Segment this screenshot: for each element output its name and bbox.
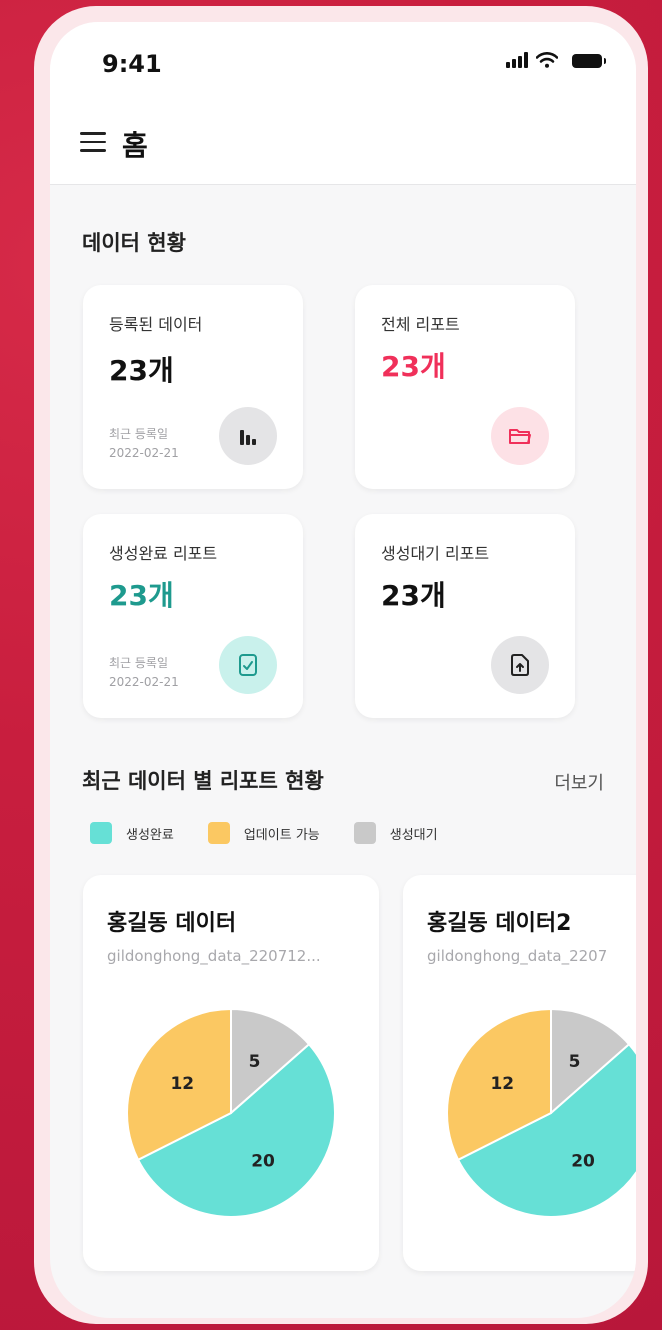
document-check-icon	[219, 636, 277, 694]
chart-legend: 생성완료 업데이트 가능 생성대기	[90, 822, 472, 844]
card-label: 생성대기 리포트	[381, 544, 490, 563]
status-bar: 9:41	[50, 22, 636, 102]
card-label: 전체 리포트	[381, 315, 460, 334]
folder-icon	[491, 407, 549, 465]
pie-slice-label: 20	[251, 1151, 275, 1171]
page-title: 홈	[122, 129, 148, 162]
card-value: 23개	[109, 354, 174, 387]
signal-icon	[506, 52, 528, 68]
pie-slice-label: 20	[571, 1151, 595, 1171]
chart-card-title: 홍길동 데이터	[107, 911, 237, 936]
completed-reports-card[interactable]: 생성완료 리포트 23개 최근 등록일 2022-02-21	[83, 514, 303, 718]
bar-chart-icon	[219, 407, 277, 465]
chart-card-filename: gildonghong_data_220712...	[107, 947, 321, 965]
pie-slice-label: 5	[569, 1052, 581, 1072]
report-chart-card[interactable]: 홍길동 데이터2 gildonghong_data_2207 5 20 12	[403, 875, 636, 1271]
hamburger-menu-icon[interactable]	[80, 132, 106, 152]
card-sub-label: 최근 등록일	[109, 427, 169, 441]
pie-chart: 5 20 12	[446, 1007, 636, 1218]
chart-card-filename: gildonghong_data_2207	[427, 947, 608, 965]
legend-swatch	[353, 822, 376, 844]
more-link[interactable]: 더보기	[554, 769, 604, 795]
legend-item: 업데이트 가능	[207, 822, 320, 844]
reports-section-title: 최근 데이터 별 리포트 현황	[82, 769, 324, 793]
pie-slice-label: 12	[490, 1074, 514, 1094]
card-sub-date: 2022-02-21	[109, 675, 179, 689]
overview-section-title: 데이터 현황	[82, 231, 186, 255]
card-value: 23개	[381, 350, 446, 383]
app-screen: 9:41 홈 데이터 현황 등록된 데이터 23개 최근 등록일 2022-02…	[50, 22, 636, 1318]
legend-swatch	[207, 822, 230, 844]
pending-reports-card[interactable]: 생성대기 리포트 23개	[355, 514, 575, 718]
card-value: 23개	[381, 579, 446, 612]
legend-label: 생성대기	[389, 827, 438, 843]
legend-item: 생성완료	[90, 822, 174, 844]
pie-slice-label: 12	[170, 1074, 194, 1094]
legend-label: 업데이트 가능	[243, 827, 320, 843]
legend-item: 생성대기	[353, 822, 438, 844]
report-chart-card[interactable]: 홍길동 데이터 gildonghong_data_220712... 5 20 12	[83, 875, 379, 1271]
upload-file-icon	[491, 636, 549, 694]
battery-icon	[572, 54, 606, 68]
chart-card-title: 홍길동 데이터2	[427, 911, 572, 936]
card-subinfo: 최근 등록일 2022-02-21	[109, 654, 179, 692]
card-label: 등록된 데이터	[109, 315, 203, 334]
legend-swatch	[90, 822, 112, 844]
status-icons	[506, 52, 606, 68]
card-subinfo: 최근 등록일 2022-02-21	[109, 425, 179, 463]
pie-slice-label: 5	[249, 1052, 261, 1072]
total-reports-card[interactable]: 전체 리포트 23개	[355, 285, 575, 489]
status-time: 9:41	[102, 50, 162, 78]
card-label: 생성완료 리포트	[109, 544, 218, 563]
app-bar: 홈	[50, 102, 636, 185]
legend-label: 생성완료	[126, 827, 174, 843]
pie-chart: 5 20 12	[126, 1007, 336, 1218]
card-sub-label: 최근 등록일	[109, 656, 169, 670]
card-sub-date: 2022-02-21	[109, 446, 179, 460]
card-value: 23개	[109, 579, 174, 612]
registered-data-card[interactable]: 등록된 데이터 23개 최근 등록일 2022-02-21	[83, 285, 303, 489]
wifi-icon	[536, 52, 558, 68]
